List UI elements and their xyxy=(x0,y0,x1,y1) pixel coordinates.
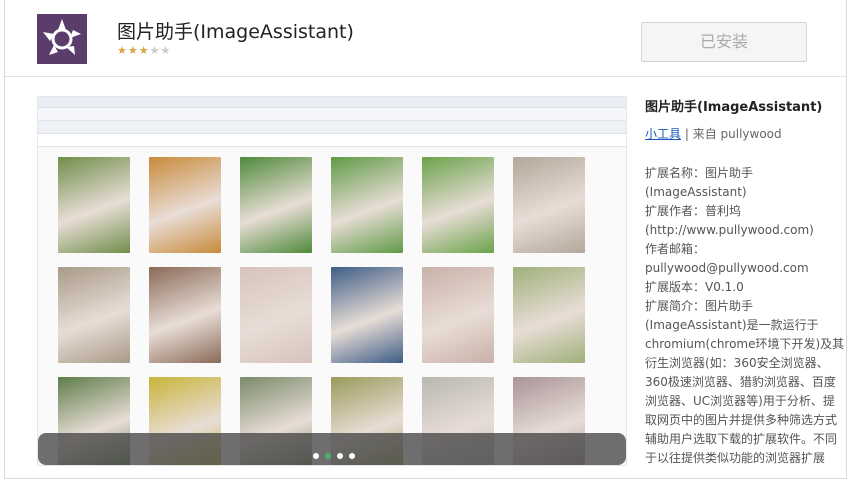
carousel-dot[interactable] xyxy=(313,453,319,459)
extension-detail-panel: 图片助手(ImageAssistant) ★★★★★ 已安装 图片助手(Imag… xyxy=(4,0,847,479)
description-line: 扩展作者：普利坞 xyxy=(645,204,742,218)
preview-addressbar xyxy=(38,108,626,121)
screenshot-carousel[interactable] xyxy=(37,96,627,466)
sidebar-meta: 小工具 | 来自 pullywood xyxy=(645,125,845,142)
description-line: 辅助用户选取下载的扩展软件。不同 xyxy=(645,432,838,446)
meta-separator: | xyxy=(684,127,689,141)
preview-toolbar xyxy=(38,134,626,147)
description-line: 取网页中的图片并提供多种筛选方式 xyxy=(645,413,838,427)
description-line: 浏览器、UC浏览器等)用于分析、提 xyxy=(645,394,835,408)
carousel-dots xyxy=(310,444,358,463)
category-link[interactable]: 小工具 xyxy=(645,127,681,141)
sidebar-title: 图片助手(ImageAssistant) xyxy=(645,100,823,115)
description-line: 扩展简介：图片助手 xyxy=(645,299,754,313)
preview-thumbnail xyxy=(513,157,585,253)
installed-button[interactable]: 已安装 xyxy=(641,22,807,62)
star-empty-icon: ★ xyxy=(149,44,161,57)
extension-info-sidebar: 图片助手(ImageAssistant) 小工具 | 来自 pullywood … xyxy=(645,96,845,466)
preview-thumbnail xyxy=(331,267,403,363)
preview-thumbnail xyxy=(513,267,585,363)
description-line: 扩展版本：V0.1.0 xyxy=(645,280,744,294)
carousel-dot[interactable] xyxy=(337,453,343,459)
source-label: 来自 pullywood xyxy=(692,127,782,141)
description-line: (ImageAssistant)是一款运行于 xyxy=(645,318,819,332)
description-line: 360极速浏览器、猎豹浏览器、百度 xyxy=(645,375,836,389)
rating-stars: ★★★★★ xyxy=(117,44,171,57)
preview-thumbnail xyxy=(58,157,130,253)
description-line: chromium(chrome环境下开发)及其 xyxy=(645,337,845,351)
extension-header: 图片助手(ImageAssistant) ★★★★★ 已安装 xyxy=(5,0,846,77)
description-line: 扩展名称：图片助手 xyxy=(645,166,754,180)
description-line: (ImageAssistant) xyxy=(645,185,747,199)
extension-logo xyxy=(37,14,87,64)
star-empty-icon: ★ xyxy=(160,44,172,57)
preview-titlebar xyxy=(38,97,626,108)
preview-thumbnail xyxy=(422,267,494,363)
preview-thumbnail xyxy=(58,267,130,363)
preview-thumbnail xyxy=(240,157,312,253)
extension-description: 扩展名称：图片助手 (ImageAssistant) 扩展作者：普利坞 (http:/… xyxy=(645,164,845,466)
preview-thumbnail xyxy=(149,157,221,253)
carousel-dot[interactable] xyxy=(349,453,355,459)
star-icon: ★ xyxy=(138,44,150,57)
extension-title: 图片助手(ImageAssistant) xyxy=(117,21,354,43)
description-line: 衍生浏览器(如：360安全浏览器、 xyxy=(645,356,829,370)
carousel-control-bar xyxy=(38,433,626,465)
preview-thumbnail xyxy=(331,157,403,253)
description-line: 于以往提供类似功能的浏览器扩展 xyxy=(645,451,826,465)
carousel-dot[interactable] xyxy=(325,453,331,459)
preview-thumbnail xyxy=(422,157,494,253)
description-line: (http://www.pullywood.com) xyxy=(645,223,814,237)
star-icon: ★ xyxy=(117,44,128,57)
description-line: 作者邮箱： xyxy=(645,242,706,256)
preview-tabbar xyxy=(38,121,626,134)
star-icon: ★ xyxy=(127,44,139,57)
preview-thumbnail xyxy=(149,267,221,363)
description-line: pullywood@pullywood.com xyxy=(645,261,809,275)
preview-thumbnail xyxy=(240,267,312,363)
